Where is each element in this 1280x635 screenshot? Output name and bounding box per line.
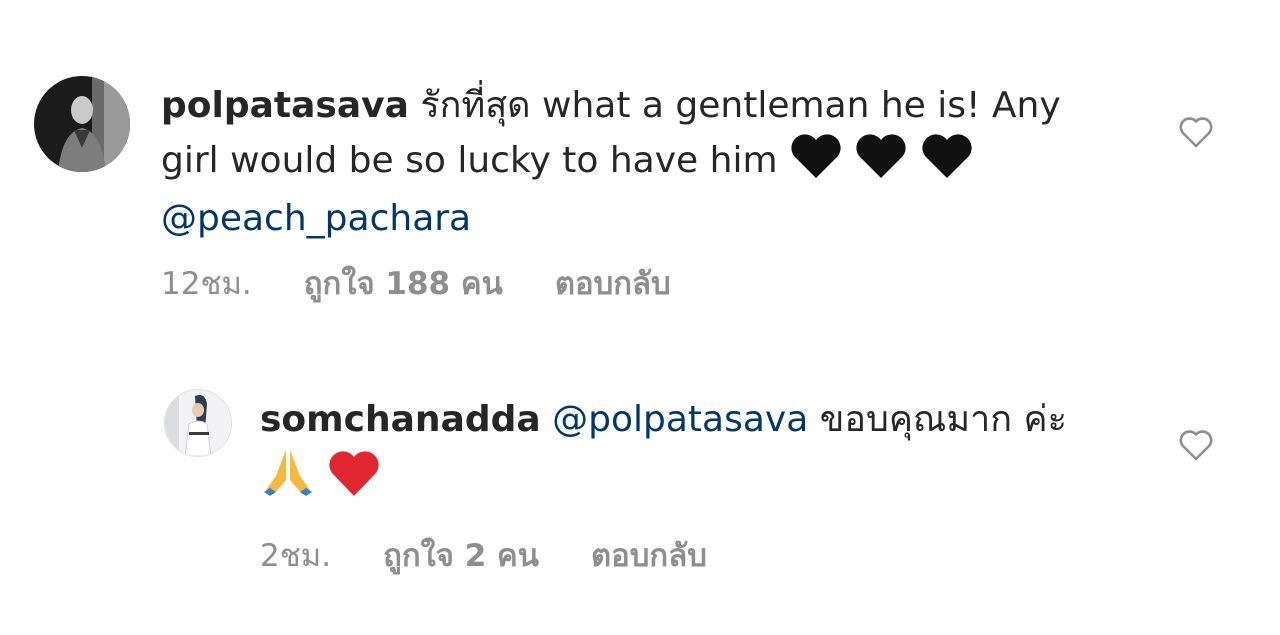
folded-hands-emoji <box>260 446 316 511</box>
avatar[interactable] <box>34 76 130 172</box>
mention-link[interactable]: @polpatasava <box>552 399 808 440</box>
comment-time: 2ชม. <box>260 538 332 574</box>
avatar[interactable] <box>164 389 232 457</box>
like-button[interactable] <box>1176 425 1216 465</box>
mention-link[interactable]: @peach_pachara <box>161 198 471 239</box>
comment-meta: 2ชม. ถูกใจ 2 คน ตอบกลับ <box>260 530 707 580</box>
red-heart-emoji <box>327 448 381 511</box>
like-button[interactable] <box>1176 112 1216 152</box>
comment-meta: 12ชม. ถูกใจ 188 คน ตอบกลับ <box>161 258 671 308</box>
heart-outline-icon <box>1179 430 1213 461</box>
comment-message: ขอบคุณมาก ค่ะ <box>819 399 1067 440</box>
likes-count[interactable]: ถูกใจ 188 คน <box>304 258 503 308</box>
reply-button[interactable]: ตอบกลับ <box>555 258 671 308</box>
comment-text: polpatasava รักที่สุด what a gentleman h… <box>161 80 1121 245</box>
black-heart-emoji <box>854 132 908 193</box>
black-heart-emoji <box>920 132 974 193</box>
comment-body: polpatasava รักที่สุด what a gentleman h… <box>161 80 1121 245</box>
comment-body: somchanadda @polpatasava ขอบคุณมาก ค่ะ <box>260 394 1120 511</box>
comment-time: 12ชม. <box>161 266 252 302</box>
likes-count[interactable]: ถูกใจ 2 คน <box>383 530 539 580</box>
comment-username[interactable]: polpatasava <box>161 85 409 126</box>
comment-username[interactable]: somchanadda <box>260 399 541 440</box>
avatar-photo <box>165 390 231 456</box>
comments-page: polpatasava รักที่สุด what a gentleman h… <box>0 0 1280 635</box>
black-heart-emoji <box>789 132 843 193</box>
avatar-photo <box>34 76 130 172</box>
heart-outline-icon <box>1179 117 1213 148</box>
reply-button[interactable]: ตอบกลับ <box>591 530 707 580</box>
comment-text: somchanadda @polpatasava ขอบคุณมาก ค่ะ <box>260 394 1120 511</box>
